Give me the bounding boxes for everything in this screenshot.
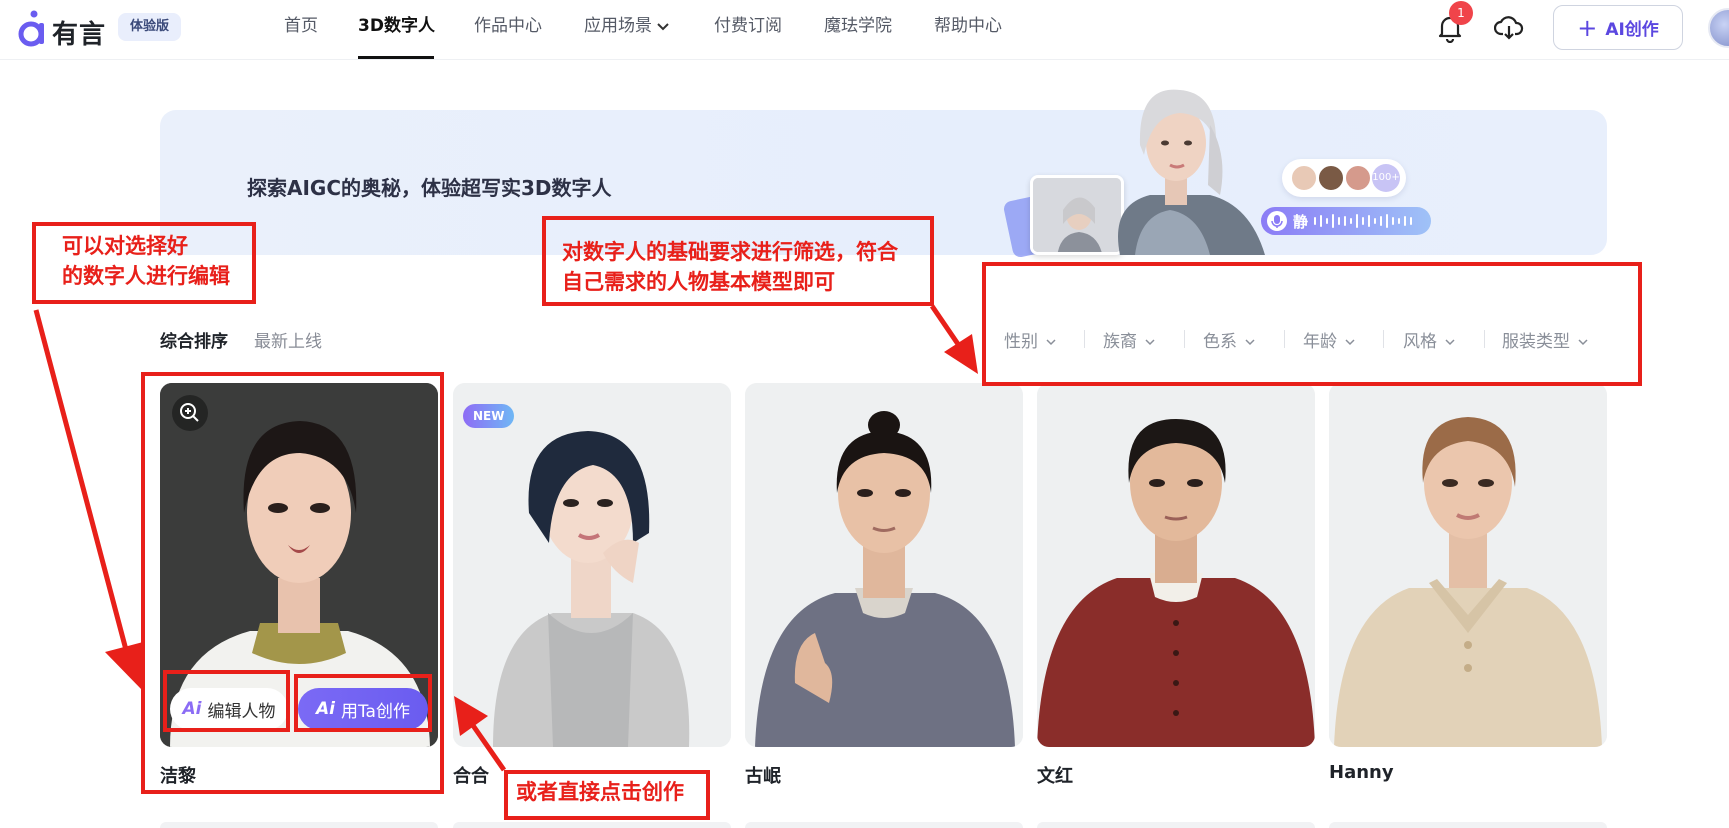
next-row-card [453, 822, 731, 828]
user-avatar[interactable] [1708, 8, 1729, 48]
annotation-edit-note-line1: 可以对选择好 [62, 234, 188, 258]
banner-digital-human-image [1040, 85, 1300, 255]
ai-create-label: AI创作 [1605, 20, 1659, 40]
microphone-icon [1267, 211, 1287, 231]
annotation-create-note: 或者直接点击创作 [516, 780, 684, 804]
sort-comprehensive[interactable]: 综合排序 [160, 327, 228, 352]
next-row-card [1329, 822, 1607, 828]
nav-help-center[interactable]: 帮助中心 [934, 14, 1002, 38]
avatar-name: 古岷 [745, 766, 781, 787]
nav-app-scenarios[interactable]: 应用场景 [584, 14, 652, 38]
next-row-card [1037, 822, 1315, 828]
voice-waveform-pill: 静 [1261, 207, 1431, 235]
avatar-portrait [1037, 383, 1315, 747]
nav-active-underline [358, 56, 434, 59]
annotation-edit-button-highlight [163, 670, 290, 732]
avatar-name: 合合 [453, 766, 489, 787]
logo-icon[interactable] [18, 10, 48, 48]
avatar-count: 100+ [1372, 164, 1400, 192]
mini-avatar [1290, 164, 1318, 192]
next-row-card [745, 822, 1023, 828]
nav-3d-avatar[interactable]: 3D数字人 [358, 14, 435, 38]
cloud-download-icon[interactable] [1494, 13, 1524, 43]
voice-word: 静 [1293, 213, 1309, 231]
nav-home[interactable]: 首页 [284, 14, 318, 38]
ai-create-button[interactable]: + AI创作 [1553, 5, 1683, 50]
avatar-card-gumin[interactable] [745, 383, 1023, 747]
avatar-name: 文红 [1037, 766, 1073, 787]
annotation-edit-note-line2: 的数字人进行编辑 [62, 264, 230, 288]
new-badge: NEW [463, 404, 515, 428]
sort-newest[interactable]: 最新上线 [254, 327, 322, 352]
chevron-down-icon[interactable] [656, 20, 670, 34]
annotation-filter-highlight [982, 262, 1642, 386]
banner-title: 探索AIGC的奥秘，体验超写实3D数字人 [247, 176, 612, 200]
nav-works-center[interactable]: 作品中心 [474, 14, 542, 38]
annotation-filter-note-line1: 对数字人的基础要求进行筛选，符合 [562, 240, 898, 264]
avatar-portrait [453, 383, 731, 747]
next-row-card [160, 822, 438, 828]
annotation-create-button-highlight [294, 674, 432, 732]
avatar-portrait [745, 383, 1023, 747]
avatar-card-hanny[interactable] [1329, 383, 1607, 747]
avatar-card-hehe[interactable]: NEW [453, 383, 731, 747]
nav-mofa-academy[interactable]: 魔珐学院 [824, 14, 892, 38]
logo-text[interactable]: 有言 [52, 14, 106, 51]
avatar-card-wenhong[interactable] [1037, 383, 1315, 747]
avatar-portrait [1329, 383, 1607, 747]
annotation-filter-note-line2: 自己需求的人物基本模型即可 [562, 270, 835, 294]
nav-paid-subscription[interactable]: 付费订阅 [714, 14, 782, 38]
waveform-icon [1314, 214, 1412, 228]
notification-badge: 1 [1449, 1, 1473, 25]
avatar-name: Hanny [1329, 762, 1394, 783]
plus-icon: + [1577, 13, 1598, 42]
mini-avatar [1344, 164, 1372, 192]
page: 有言 体验版 首页 3D数字人 作品中心 应用场景 付费订阅 魔珐学院 帮助中心… [0, 0, 1729, 828]
top-nav-bar: 有言 体验版 首页 3D数字人 作品中心 应用场景 付费订阅 魔珐学院 帮助中心… [0, 0, 1729, 60]
trial-badge: 体验版 [118, 13, 182, 41]
mini-avatar [1317, 164, 1345, 192]
avatar-stack: 100+ [1282, 159, 1406, 197]
